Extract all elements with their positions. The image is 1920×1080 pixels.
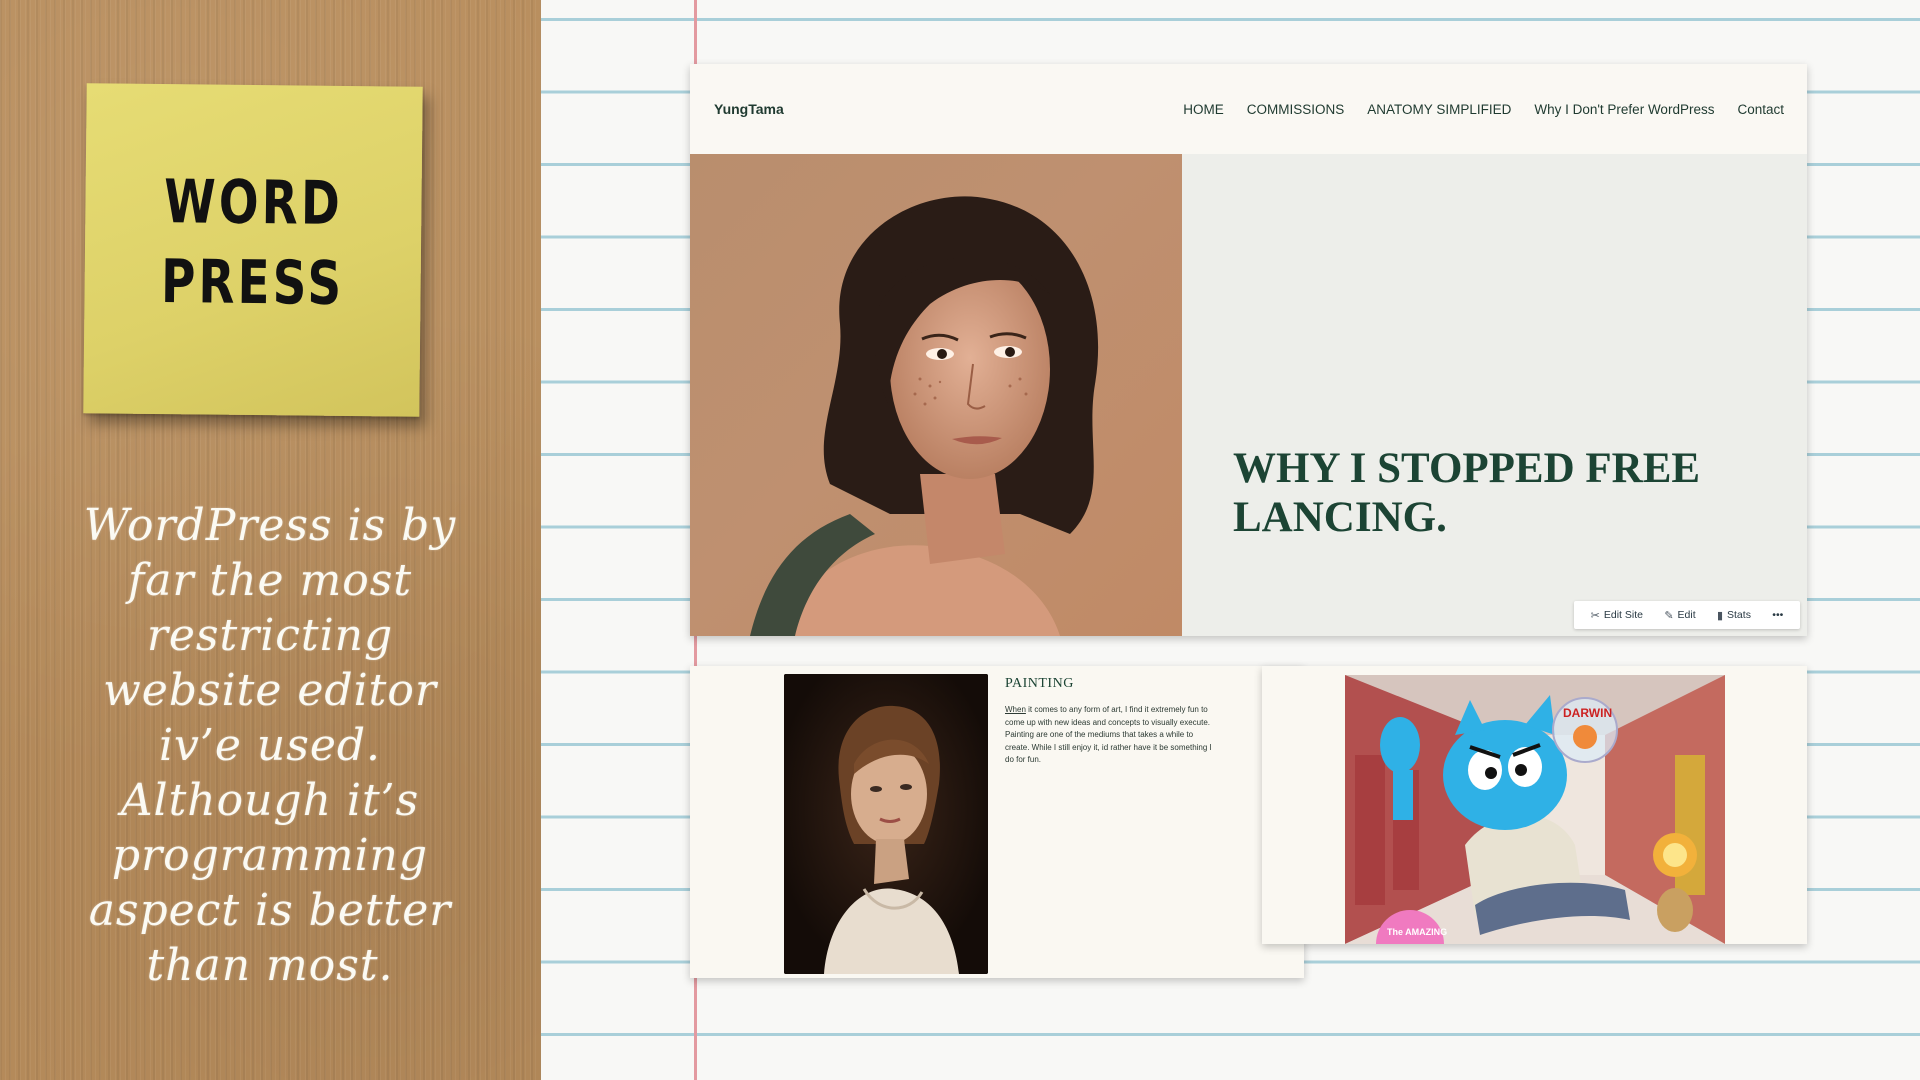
sticky-note-title: WORD PRESS <box>121 162 385 325</box>
painting-image <box>784 674 988 974</box>
painting-description-text: it comes to any form of art, I find it e… <box>1005 705 1212 764</box>
painting-description-link[interactable]: When <box>1005 705 1026 714</box>
nav-commissions[interactable]: COMMISSIONS <box>1247 102 1345 117</box>
chalk-line: programming <box>111 830 429 881</box>
gumball-image: DARWIN The AMAZING <box>1345 675 1725 944</box>
painting-title: PAINTING <box>1005 676 1074 691</box>
painting-description: When it comes to any form of art, I find… <box>1005 704 1215 767</box>
nav-why-i-dont-prefer-wordpress[interactable]: Why I Don't Prefer WordPress <box>1534 102 1714 117</box>
nav-anatomy-simplified[interactable]: ANATOMY SIMPLIFIED <box>1367 102 1511 117</box>
chalk-line: restricting <box>146 610 394 661</box>
painted-portrait <box>784 674 988 974</box>
edit-button[interactable]: ✎ Edit <box>1664 609 1695 622</box>
chalk-line: Although it’s <box>120 775 420 826</box>
nav-home[interactable]: HOME <box>1183 102 1224 117</box>
sticky-note-line-2: PRESS <box>160 247 345 319</box>
pencil-icon: ✎ <box>1664 609 1674 622</box>
chalk-line: far the most <box>127 555 413 606</box>
website-screenshot: YungTama HOME COMMISSIONS ANATOMY SIMPLI… <box>690 64 1807 636</box>
site-brand[interactable]: YungTama <box>714 101 784 117</box>
hero-text-panel: WHY I STOPPED FREE LANCING. ✂ Edit Site … <box>1182 154 1807 636</box>
site-header: YungTama HOME COMMISSIONS ANATOMY SIMPLI… <box>690 64 1807 154</box>
amazing-sticker-text: The AMAZING <box>1387 927 1447 937</box>
hero-portrait-image <box>690 154 1182 636</box>
site-nav: HOME COMMISSIONS ANATOMY SIMPLIFIED Why … <box>1183 102 1784 117</box>
edit-site-button[interactable]: ✂ Edit Site <box>1591 609 1643 622</box>
more-options-button[interactable]: ••• <box>1772 609 1783 621</box>
cartoon-illustration: DARWIN The AMAZING <box>1345 675 1725 944</box>
edit-label: Edit <box>1677 609 1696 621</box>
tools-icon: ✂ <box>1590 609 1600 622</box>
sticky-note: WORD PRESS <box>83 83 423 417</box>
stats-label: Stats <box>1727 609 1751 621</box>
painting-card: PAINTING When it comes to any form of ar… <box>690 666 1304 978</box>
cardboard-panel: WORD PRESS WordPress is by far the most … <box>0 0 541 1080</box>
hero-title: WHY I STOPPED FREE LANCING. <box>1233 445 1701 541</box>
chalk-line: iv’e used. <box>158 720 382 771</box>
darwin-bubble-text: DARWIN <box>1563 706 1612 720</box>
more-options-icon: ••• <box>1772 609 1784 621</box>
chalk-caption: WordPress is by far the most restricting… <box>40 498 500 993</box>
edit-site-label: Edit Site <box>1603 609 1643 621</box>
bar-chart-icon: ▮ <box>1716 609 1724 622</box>
sticky-note-line-1: WORD <box>163 167 344 239</box>
stats-button[interactable]: ▮ Stats <box>1717 609 1751 622</box>
chalk-line: than most. <box>146 940 394 991</box>
chalk-line: website editor <box>103 665 437 716</box>
nav-contact[interactable]: Contact <box>1737 102 1784 117</box>
chalk-line: WordPress is by <box>83 500 457 551</box>
hero-section: WHY I STOPPED FREE LANCING. ✂ Edit Site … <box>690 154 1807 636</box>
portrait-illustration <box>750 196 1099 636</box>
gumball-card: DARWIN The AMAZING <box>1262 666 1807 944</box>
chalk-line: aspect is better <box>88 885 452 936</box>
wp-admin-bar: ✂ Edit Site ✎ Edit ▮ Stats ••• <box>1574 601 1800 629</box>
